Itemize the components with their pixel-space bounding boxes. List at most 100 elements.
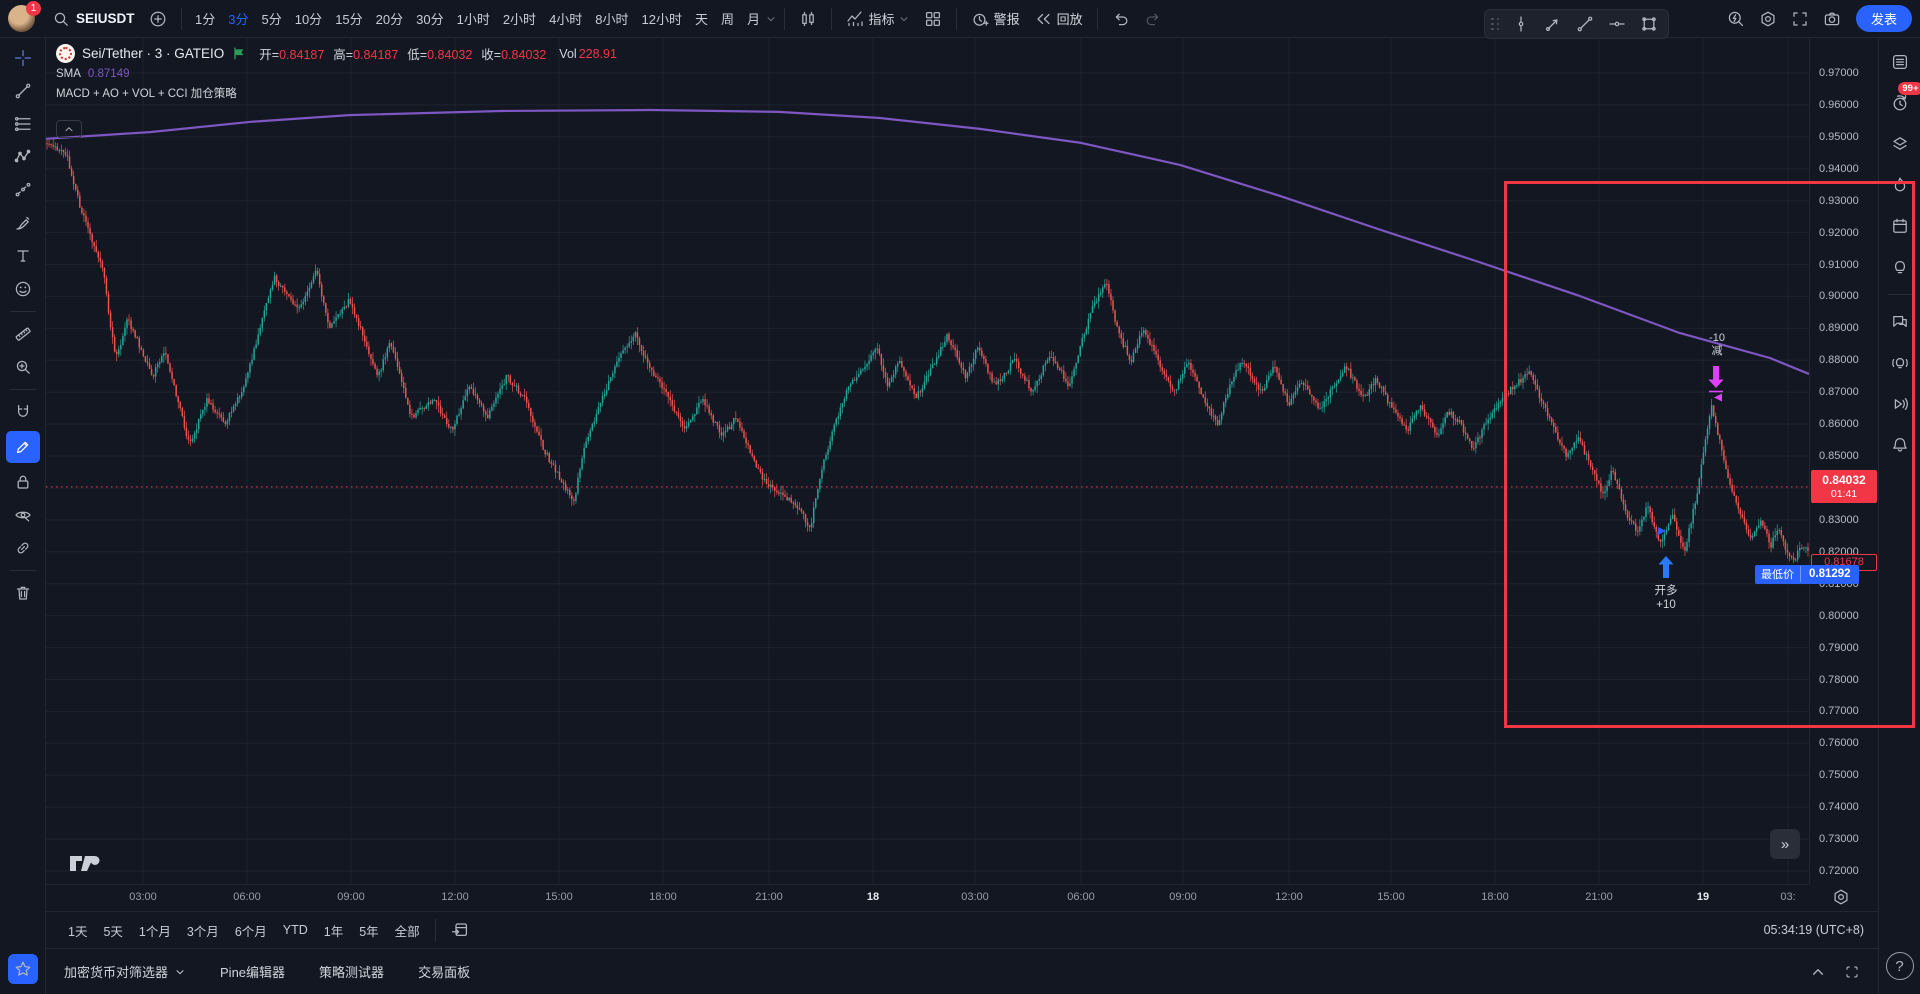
remove-drawings[interactable] xyxy=(6,579,40,607)
measure-tool[interactable] xyxy=(6,320,40,348)
chevron-down-icon[interactable] xyxy=(765,13,777,25)
fullscreen-button[interactable] xyxy=(1784,5,1816,33)
left-drawing-toolbar xyxy=(0,38,46,994)
chart-style-button[interactable] xyxy=(792,5,824,33)
calendar-panel[interactable] xyxy=(1885,212,1915,240)
timeframe-月[interactable]: 月 xyxy=(741,5,767,33)
settings-button[interactable] xyxy=(1752,5,1784,33)
bottom-tab-0[interactable]: 加密货币对筛选器 xyxy=(64,962,186,981)
timeframe-天[interactable]: 天 xyxy=(689,5,715,33)
timeframe-10分[interactable]: 10分 xyxy=(288,5,328,33)
toolbar-separator xyxy=(1096,7,1098,30)
bottom-tab-1[interactable]: Pine编辑器 xyxy=(220,962,285,981)
vertical-line-tool[interactable] xyxy=(1506,11,1536,37)
price-tick: 0.88000 xyxy=(1819,354,1859,367)
timeframe-1小时[interactable]: 1小时 xyxy=(450,5,496,33)
sma-label[interactable]: SMA xyxy=(56,68,81,80)
forecast-tool[interactable] xyxy=(6,176,40,204)
lock-drawings[interactable] xyxy=(6,468,40,496)
alert-button[interactable]: 警报 xyxy=(964,5,1027,33)
replay-button[interactable]: 回放 xyxy=(1027,5,1090,33)
sma-value: 0.87149 xyxy=(87,68,130,80)
rectangle-tool-icon xyxy=(1640,15,1658,33)
notifications-panel[interactable]: 99+ xyxy=(1885,82,1920,117)
time-axis[interactable]: 03:00 06:00 09:00 12:00 15:00 18:00 21:00 18 03:… xyxy=(46,884,1809,911)
range-6个月[interactable]: 6个月 xyxy=(227,918,275,942)
link-tool[interactable] xyxy=(6,534,40,562)
avatar[interactable]: 1 xyxy=(8,1,41,32)
panel-maximize-icon[interactable] xyxy=(1844,964,1860,980)
streams-panel[interactable] xyxy=(1885,390,1915,418)
emoji-tool[interactable] xyxy=(6,275,40,303)
go-to-latest-button[interactable]: » xyxy=(1770,829,1800,859)
time-axis-gear-icon[interactable] xyxy=(1832,888,1850,911)
timeframe-3分[interactable]: 3分 xyxy=(222,5,255,33)
live-ideas-panel[interactable] xyxy=(1885,349,1915,377)
timeframe-20分[interactable]: 20分 xyxy=(369,5,409,33)
ohlc-item: 收=0.84032 xyxy=(481,48,547,62)
drag-handle[interactable] xyxy=(1491,17,1500,31)
text-tool[interactable] xyxy=(6,242,40,270)
bottom-tab-2[interactable]: 策略测试器 xyxy=(319,962,384,981)
magnet-mode[interactable] xyxy=(6,398,40,426)
undo-button[interactable] xyxy=(1105,5,1137,33)
range-1年[interactable]: 1年 xyxy=(316,918,351,942)
go-to-date-button[interactable] xyxy=(443,918,477,942)
help-button[interactable]: ? xyxy=(1885,952,1914,980)
legend-collapse-button[interactable] xyxy=(56,120,82,138)
layout-templates-button[interactable] xyxy=(917,5,949,33)
watchlist-panel[interactable] xyxy=(1885,48,1915,76)
timeframe-2小时[interactable]: 2小时 xyxy=(496,5,542,33)
chart-area[interactable]: 开多 +10 -10 减 Sei/Tether · 3 · GATEIO 开=0… xyxy=(46,38,1809,884)
crosshair-tool[interactable] xyxy=(6,44,40,72)
symbol-search[interactable]: SEIUSDT xyxy=(45,5,142,33)
ideas-panel[interactable] xyxy=(1885,253,1915,281)
arrow-tool[interactable] xyxy=(1538,11,1568,37)
trend-line-tool[interactable] xyxy=(6,77,40,105)
server-clock[interactable]: 05:34:19 (UTC+8) xyxy=(1764,923,1864,937)
range-3个月[interactable]: 3个月 xyxy=(179,918,227,942)
timeframe-12小时[interactable]: 12小时 xyxy=(635,5,688,33)
hotlists-panel[interactable] xyxy=(1885,171,1915,199)
fib-retracement-tool[interactable] xyxy=(6,110,40,138)
add-symbol-button[interactable] xyxy=(142,5,174,33)
timeframe-5分[interactable]: 5分 xyxy=(255,5,288,33)
object-tree-panel[interactable] xyxy=(1885,130,1915,158)
timeframe-30分[interactable]: 30分 xyxy=(410,5,450,33)
zoom-in-tool[interactable] xyxy=(6,353,40,381)
pattern-tool[interactable] xyxy=(6,143,40,171)
strategy-name[interactable]: MACD + AO + VOL + CCI 加仓策略 xyxy=(56,85,237,101)
indicators-button[interactable]: 指标 xyxy=(839,5,917,33)
range-全部[interactable]: 全部 xyxy=(387,918,428,942)
price-axis[interactable]: 0.97000 0.96000 0.95000 0.94000 0.93000 0.920… xyxy=(1809,38,1878,884)
timeframe-8小时[interactable]: 8小时 xyxy=(589,5,635,33)
alerts-panel[interactable] xyxy=(1885,431,1915,459)
range-1个月[interactable]: 1个月 xyxy=(131,918,179,942)
bottom-tab-3[interactable]: 交易面板 xyxy=(418,962,470,981)
timeframe-1分[interactable]: 1分 xyxy=(189,5,222,33)
horizontal-line-tool[interactable] xyxy=(1602,11,1632,37)
quick-search-button[interactable] xyxy=(1720,5,1752,33)
screenshot-button[interactable] xyxy=(1816,5,1848,33)
range-YTD[interactable]: YTD xyxy=(275,918,316,942)
price-tick: 0.79000 xyxy=(1819,641,1859,654)
range-1天[interactable]: 1天 xyxy=(60,918,95,942)
publish-button[interactable]: 发表 xyxy=(1855,5,1912,32)
tradingview-watermark[interactable] xyxy=(68,850,108,881)
chat-panel[interactable] xyxy=(1885,308,1915,336)
trend-line-tool[interactable] xyxy=(1570,11,1600,37)
favorites-star-button[interactable] xyxy=(7,954,38,984)
range-5天[interactable]: 5天 xyxy=(95,918,130,942)
panel-expand-chevron-icon[interactable] xyxy=(1810,964,1826,980)
hide-drawings[interactable] xyxy=(6,501,40,529)
stay-in-drawing-mode[interactable] xyxy=(5,431,40,463)
timeframe-15分[interactable]: 15分 xyxy=(329,5,369,33)
redo-button[interactable] xyxy=(1137,5,1169,33)
brush-tool[interactable] xyxy=(6,209,40,237)
timeframe-周[interactable]: 周 xyxy=(715,5,741,33)
flag-icon[interactable] xyxy=(231,46,246,61)
range-5年[interactable]: 5年 xyxy=(351,918,386,942)
timeframe-4小时[interactable]: 4小时 xyxy=(543,5,589,33)
rectangle-tool[interactable] xyxy=(1634,11,1664,37)
symbol-title[interactable]: Sei/Tether · 3 · GATEIO xyxy=(82,46,224,61)
